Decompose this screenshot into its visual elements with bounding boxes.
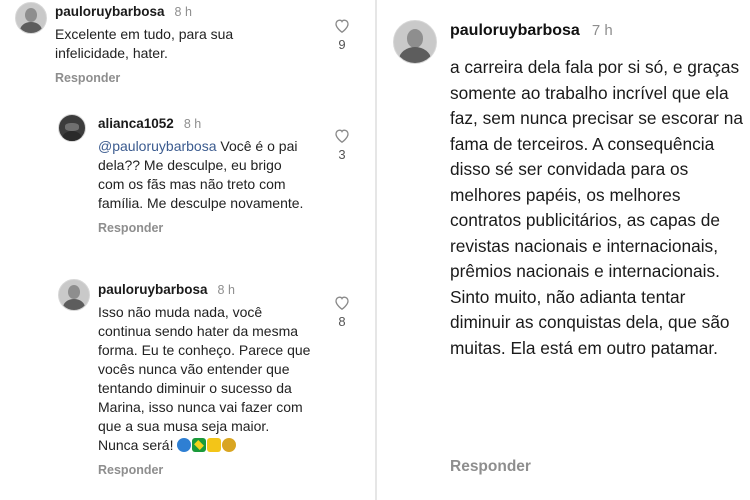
like-count: 8 xyxy=(338,314,346,329)
mention-link[interactable]: @pauloruybarbosa xyxy=(98,138,217,154)
comment-text: a carreira dela fala por si só, e graças… xyxy=(450,57,743,358)
heart-icon xyxy=(335,296,349,310)
avatar[interactable] xyxy=(58,279,90,311)
comment-text: @pauloruybarbosa Você é o pai dela?? Me … xyxy=(98,137,308,213)
left-comments-panel: pauloruybarbosa 8 h Excelente em tudo, p… xyxy=(0,0,375,500)
avatar-face xyxy=(64,122,80,131)
comment-1: pauloruybarbosa 8 h Excelente em tudo, p… xyxy=(55,4,355,85)
avatar-face xyxy=(25,8,37,23)
comment-3: pauloruybarbosa 8 h Isso não muda nada, … xyxy=(98,282,313,477)
comment-text: Excelente em tudo, para sua infelicidade… xyxy=(55,26,234,61)
right-comment-panel: pauloruybarbosa 7 h a carreira dela fala… xyxy=(378,0,750,500)
avatar-body xyxy=(62,131,82,141)
comment-username[interactable]: pauloruybarbosa xyxy=(98,282,208,297)
comment-header: pauloruybarbosa 8 h xyxy=(55,4,355,19)
like-count: 9 xyxy=(338,37,346,52)
panel-divider xyxy=(375,0,377,500)
avatar-body xyxy=(399,47,431,63)
medal-emoji-icon xyxy=(222,438,237,452)
avatar-body xyxy=(62,298,86,310)
heart-icon xyxy=(335,19,349,33)
comment-2: alianca1052 8 h @pauloruybarbosa Você é … xyxy=(98,116,308,235)
reply-button[interactable]: Responder xyxy=(98,221,308,235)
globe-emoji-icon xyxy=(177,438,192,452)
comment-time: 7 h xyxy=(591,22,613,39)
comment-time: 8 h xyxy=(183,117,202,131)
comment-header: alianca1052 8 h xyxy=(98,116,308,131)
crown-emoji-icon xyxy=(207,438,222,452)
comment-username[interactable]: alianca1052 xyxy=(98,116,174,131)
comment-header: pauloruybarbosa 7 h xyxy=(450,22,613,40)
like-count: 3 xyxy=(338,147,346,162)
avatar-body xyxy=(19,21,43,33)
comment-time: 8 h xyxy=(217,283,235,297)
avatar[interactable] xyxy=(15,2,47,34)
avatar[interactable] xyxy=(393,20,437,64)
comment-header: pauloruybarbosa 8 h xyxy=(98,282,313,297)
brazil-flag-emoji-icon xyxy=(192,438,207,452)
comment-time: 8 h xyxy=(174,5,192,19)
reply-button[interactable]: Responder xyxy=(450,458,531,476)
reply-button[interactable]: Responder xyxy=(98,463,313,477)
avatar-face xyxy=(68,285,80,300)
avatar[interactable] xyxy=(58,114,86,142)
comment-body: Isso não muda nada, você continua sendo … xyxy=(98,304,311,453)
avatar-face xyxy=(406,28,424,48)
comment-text: Isso não muda nada, você continua sendo … xyxy=(98,303,313,455)
comment-username[interactable]: pauloruybarbosa xyxy=(450,22,580,40)
comment-username[interactable]: pauloruybarbosa xyxy=(55,4,165,19)
like-button[interactable]: 8 xyxy=(330,295,354,329)
like-button[interactable]: 3 xyxy=(330,128,354,162)
heart-icon xyxy=(335,129,349,143)
reply-button[interactable]: Responder xyxy=(55,71,355,85)
like-button[interactable]: 9 xyxy=(330,18,354,52)
